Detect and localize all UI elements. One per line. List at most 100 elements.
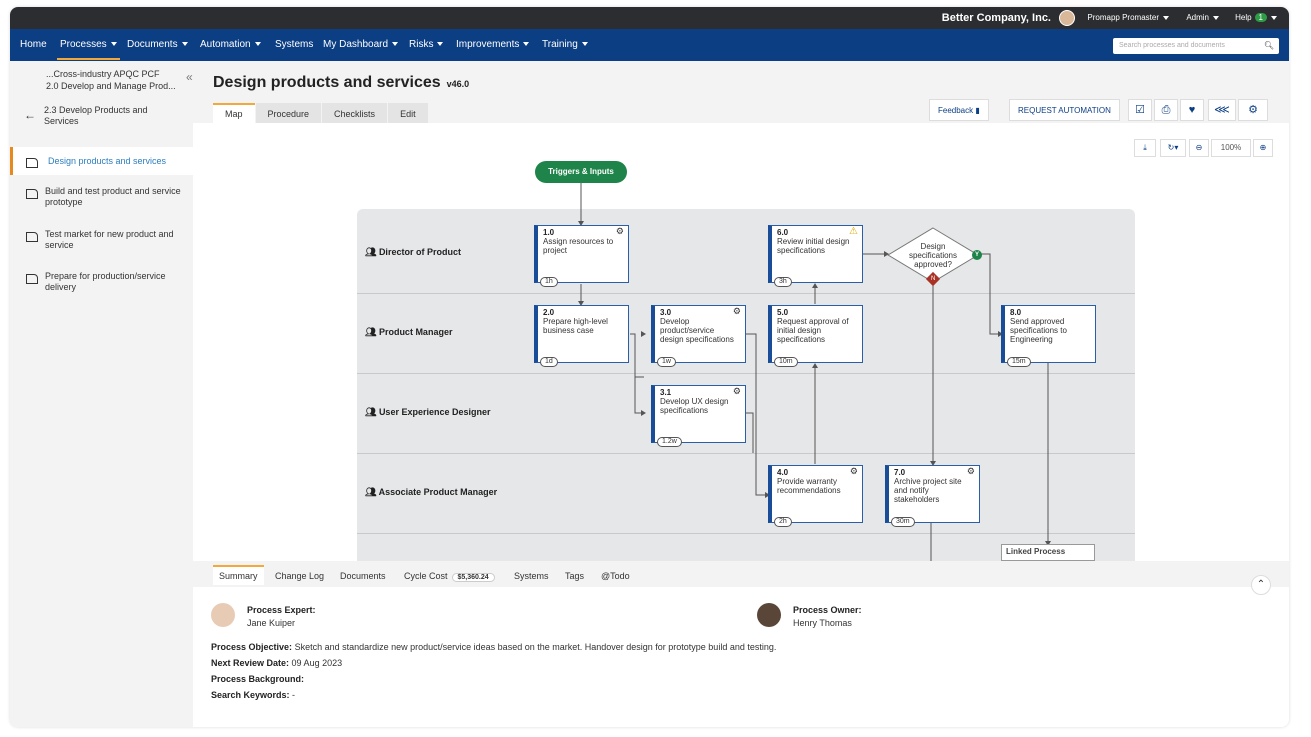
nav-risks[interactable]: Risks — [409, 39, 444, 50]
main-nav: Home Processes Documents Automation Syst… — [10, 29, 1289, 61]
tab-summary[interactable]: Summary — [213, 565, 264, 585]
process-background: Process Background: — [211, 674, 304, 684]
collapse-sidebar-icon[interactable]: « — [186, 70, 193, 84]
duration-badge: 1d — [540, 357, 558, 367]
sidebar-item-build[interactable]: Build and test product and service proto… — [10, 186, 193, 208]
top-bar: Better Company, Inc. Promapp Promaster A… — [10, 7, 1289, 29]
chevron-down-icon — [523, 42, 530, 47]
activity-2-0[interactable]: 2.0 Prepare high-level business case 1d — [534, 305, 629, 367]
chevron-down-icon — [254, 42, 261, 47]
page-icon — [26, 274, 38, 284]
breadcrumb-level[interactable]: 2.0 Develop and Manage Prod... — [46, 80, 176, 92]
chevron-down-icon — [1213, 15, 1219, 20]
sidebar-item-label: Prepare for production/service delivery — [45, 271, 166, 292]
nav-systems[interactable]: Systems — [275, 39, 313, 50]
gear-icon[interactable]: ⚙ — [1238, 99, 1268, 121]
chevron-down-icon — [581, 42, 588, 47]
share-icon[interactable]: ⋘ — [1208, 99, 1236, 121]
nav-automation-label: Automation — [200, 39, 251, 50]
breadcrumb[interactable]: ...Cross-industry APQC PCF 2.0 Develop an… — [46, 68, 176, 92]
feedback-button[interactable]: Feedback ▮ — [929, 99, 989, 121]
process-map-canvas[interactable]: ⤓ ↻▾ ⊖ 100% ⊕ 👥︎ Director of Product 👥︎ … — [193, 123, 1289, 561]
activity-text: Develop UX design specifications — [660, 397, 729, 415]
chevron-down-icon — [110, 42, 117, 47]
tab-map[interactable]: Map — [213, 103, 255, 123]
sidebar-item-design[interactable]: Design products and services — [10, 147, 193, 175]
activity-6-0[interactable]: 6.0 Review initial design specifications ⚠… — [768, 225, 863, 287]
activity-1-0[interactable]: 1.0 Assign resources to project ⚙ 1h — [534, 225, 629, 287]
expert-label: Process Expert: — [247, 605, 316, 615]
help-menu[interactable]: Help 1 — [1235, 13, 1277, 22]
help-badge: 1 — [1254, 13, 1267, 22]
main-content: Design products and services v46.0 Map Pro… — [193, 61, 1289, 727]
nav-home[interactable]: Home — [20, 39, 47, 50]
process-expert: Process Expert: Jane Kuiper — [247, 605, 316, 628]
activity-text: Prepare high-level business case — [543, 317, 608, 335]
chevron-down-icon — [437, 42, 444, 47]
chevron-down-icon — [181, 42, 188, 47]
request-automation-button[interactable]: REQUEST AUTOMATION — [1009, 99, 1120, 121]
activity-4-0[interactable]: 4.0 Provide warranty recommendations ⚙ 2h — [768, 465, 863, 527]
nav-improvements[interactable]: Improvements — [456, 39, 530, 50]
tab-cycle-cost[interactable]: Cycle Cost $5,360.24 — [398, 567, 501, 586]
breadcrumb-root[interactable]: ...Cross-industry APQC PCF — [46, 68, 176, 80]
activity-number: 2.0 — [543, 308, 555, 317]
linked-process-node[interactable]: Linked Process — [1001, 544, 1095, 561]
chevron-down-icon — [1271, 15, 1277, 20]
activity-7-0[interactable]: 7.0 Archive project site and notify stake… — [885, 465, 980, 527]
activity-number: 6.0 — [777, 228, 789, 237]
nav-training[interactable]: Training — [542, 39, 588, 50]
page-title: Design products and services v46.0 — [213, 74, 469, 92]
search-icon[interactable]: 🔍︎ — [1264, 41, 1274, 50]
activity-5-0[interactable]: 5.0 Request approval of initial design sp… — [768, 305, 863, 367]
tab-change-log[interactable]: Change Log — [269, 567, 330, 585]
activity-text: Review initial design specifications — [777, 237, 850, 255]
checkbox-icon[interactable]: ☑ — [1128, 99, 1152, 121]
activity-text: Develop product/service design specifica… — [660, 317, 734, 344]
back-arrow-icon[interactable]: ← — [24, 108, 36, 122]
company-name: Better Company, Inc. — [941, 12, 1051, 24]
nav-training-label: Training — [542, 39, 578, 50]
tab-documents[interactable]: Documents — [334, 567, 392, 585]
search-input[interactable]: Search processes and documents 🔍︎ — [1113, 38, 1279, 54]
tab-procedure[interactable]: Procedure — [255, 103, 322, 123]
expert-avatar — [211, 603, 235, 627]
nav-processes[interactable]: Processes — [57, 39, 120, 60]
sidebar-item-test[interactable]: Test market for new product and service — [10, 229, 193, 251]
duration-badge: 3h — [774, 277, 792, 287]
admin-menu[interactable]: Admin — [1186, 13, 1219, 22]
view-tabs: Map Procedure Checklists Edit — [213, 103, 429, 123]
nav-my-dashboard[interactable]: My Dashboard — [323, 39, 399, 50]
activity-number: 1.0 — [543, 228, 555, 237]
sidebar-item-label: Test market for new product and service — [45, 229, 174, 250]
page-icon — [26, 232, 38, 242]
tab-tags[interactable]: Tags — [559, 567, 590, 585]
page-title-text: Design products and services — [213, 74, 441, 91]
activity-3-0[interactable]: 3.0 Develop product/service design specif… — [651, 305, 746, 367]
decision-text: Design specifications approved? — [908, 242, 958, 269]
chevron-down-icon — [1163, 15, 1169, 20]
user-name: Promapp Promaster — [1087, 13, 1159, 22]
expert-name: Jane Kuiper — [247, 618, 296, 628]
duration-badge: 15m — [1007, 357, 1031, 367]
help-label: Help — [1235, 13, 1252, 22]
parent-process-link[interactable]: 2.3 Develop Products and Services — [44, 105, 164, 127]
chevron-down-icon — [392, 42, 399, 47]
activity-3-1[interactable]: 3.1 Develop UX design specifications ⚙ 1.2w — [651, 385, 746, 447]
triggers-inputs-node[interactable]: Triggers & Inputs — [535, 161, 627, 183]
user-menu[interactable]: Promapp Promaster — [1087, 13, 1169, 22]
heart-icon[interactable]: ♥ — [1180, 99, 1204, 121]
nav-documents[interactable]: Documents — [127, 39, 188, 50]
tab-systems[interactable]: Systems — [508, 567, 555, 585]
tab-todo[interactable]: @Todo — [595, 567, 636, 585]
sidebar-item-prepare[interactable]: Prepare for production/service delivery — [10, 271, 193, 293]
activity-8-0[interactable]: 8.0 Send approved specifications to Engin… — [1001, 305, 1096, 367]
tab-checklists[interactable]: Checklists — [322, 103, 388, 123]
nav-automation[interactable]: Automation — [200, 39, 261, 50]
print-icon[interactable]: ⎙ — [1154, 99, 1178, 121]
feedback-label: Feedback — [938, 106, 974, 115]
tab-edit[interactable]: Edit — [388, 103, 428, 123]
nav-documents-label: Documents — [127, 39, 178, 50]
user-avatar[interactable] — [1059, 10, 1075, 26]
expand-up-icon[interactable]: ⌃ — [1251, 575, 1271, 595]
